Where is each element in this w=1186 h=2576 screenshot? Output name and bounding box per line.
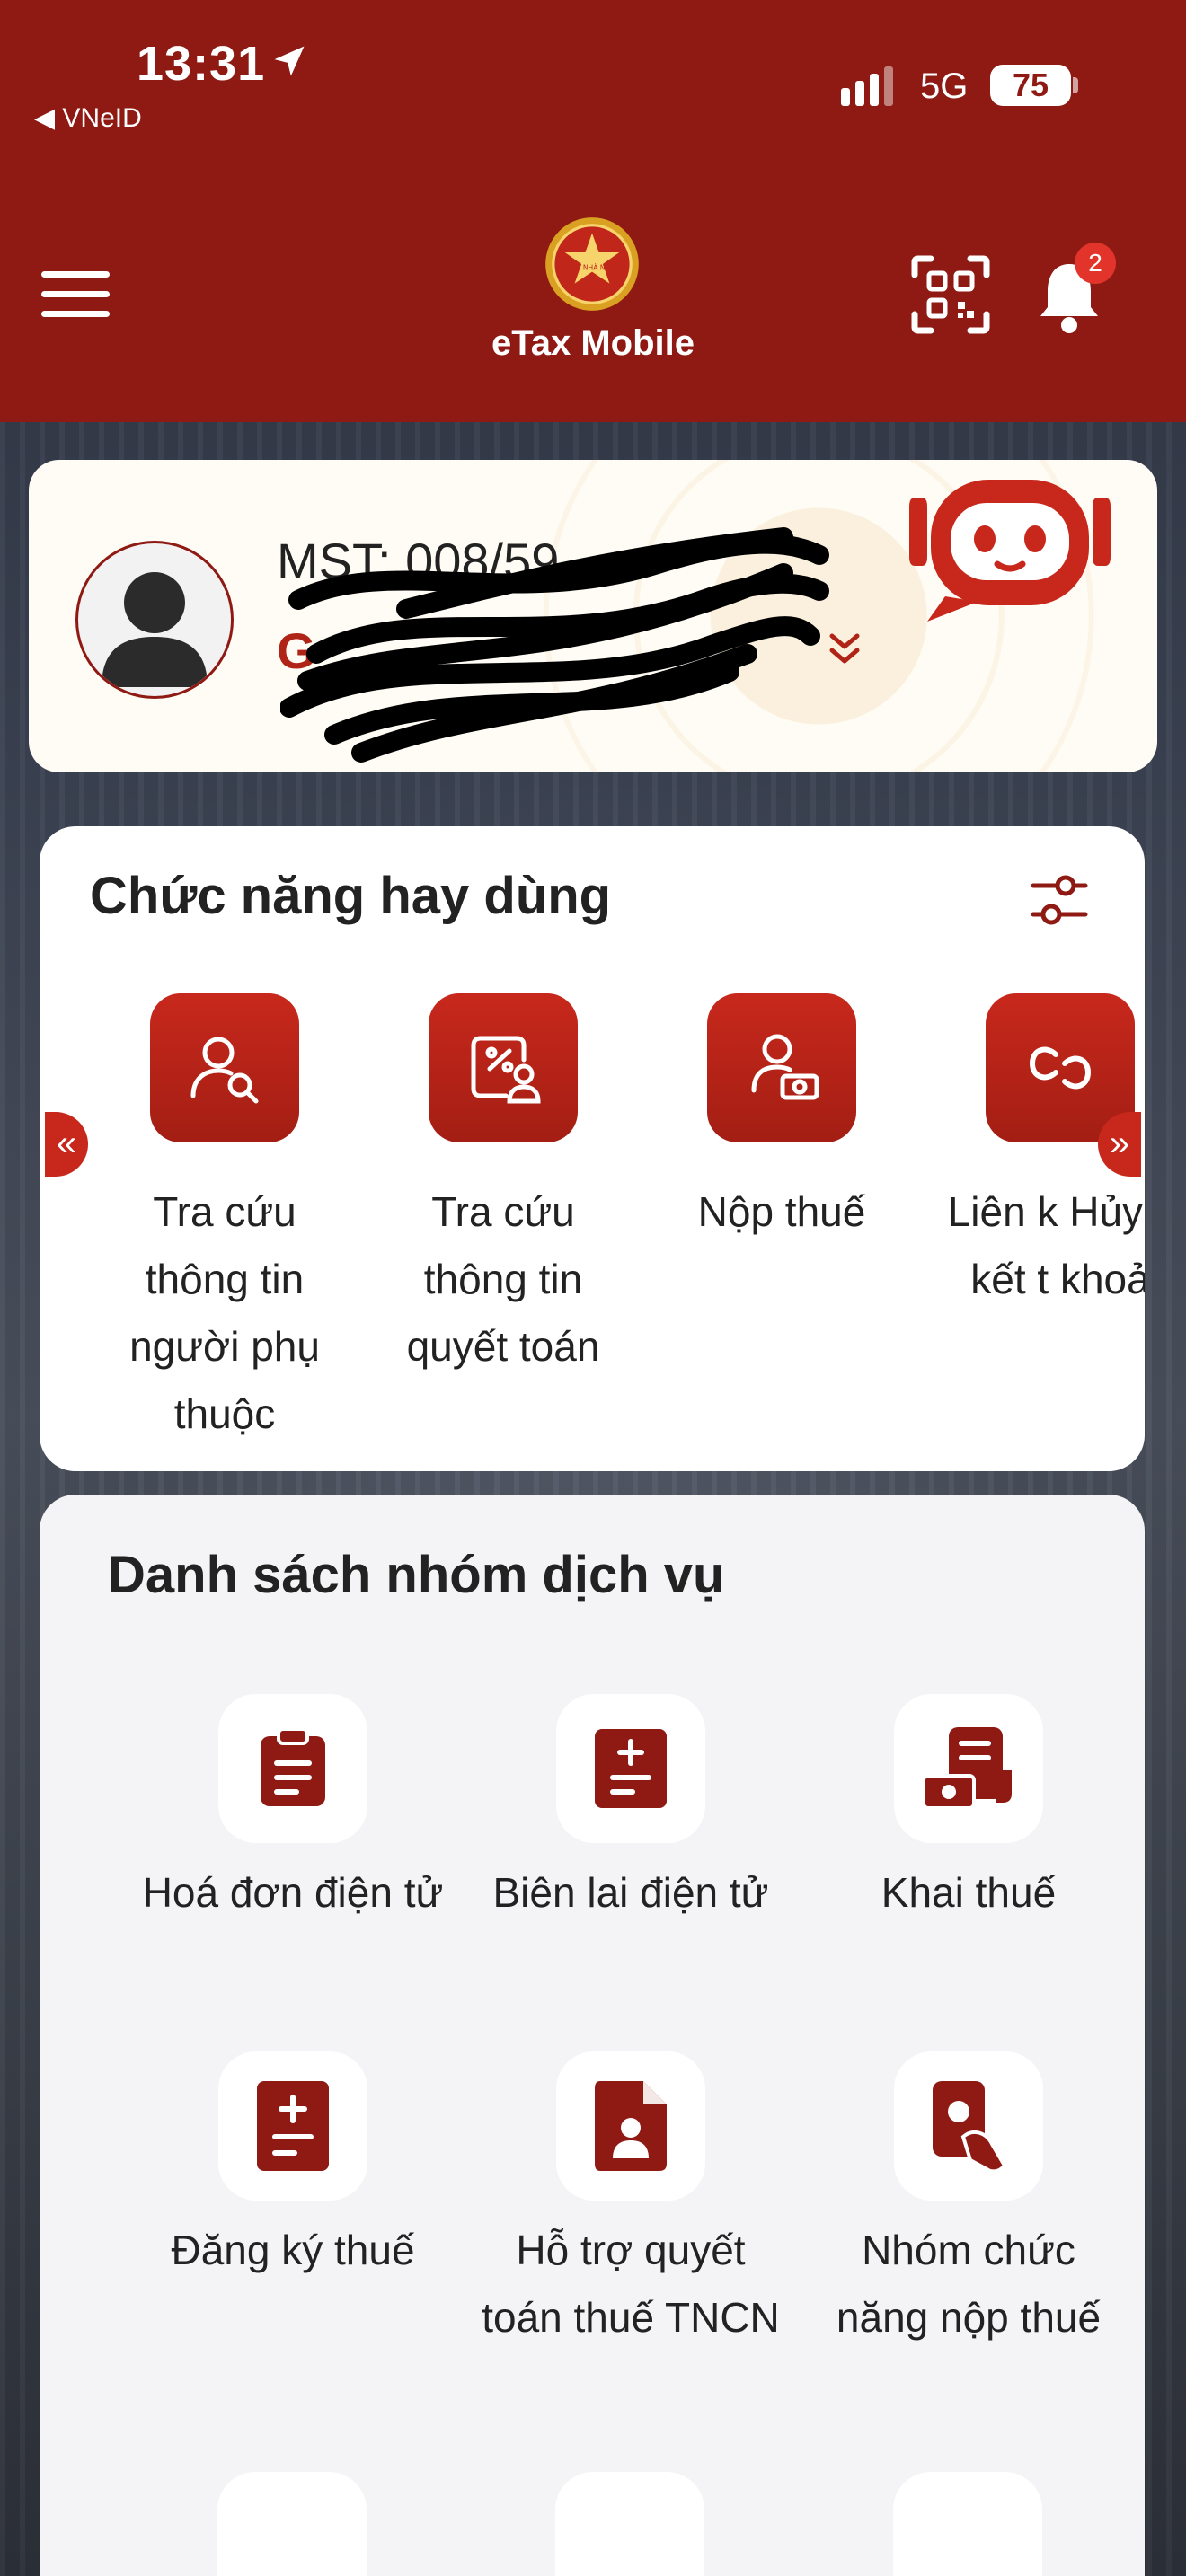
tax-register-icon: [218, 2051, 367, 2201]
service-groups-card: Danh sách nhóm dịch vụ Hoá đơn điện tử B…: [40, 1495, 1145, 2576]
tax-declaration-icon: [894, 1694, 1043, 1843]
avatar: [75, 541, 234, 699]
receipt-plus-minus-icon: [556, 1694, 705, 1843]
battery-indicator: 75: [990, 65, 1071, 106]
network-type: 5G: [920, 66, 969, 106]
personal-doc-icon: [556, 2051, 705, 2201]
service-item-tax-payment-group[interactable]: Nhóm chức năng nộp thuế: [816, 2051, 1121, 2351]
favorite-label: Nộp thuế: [697, 1188, 866, 1235]
clipboard-invoice-icon: [218, 1694, 367, 1843]
back-to-app-link[interactable]: ◀ VNeID: [34, 102, 142, 134]
service-label: Biên lai điện tử: [492, 1869, 769, 1916]
service-item-e-invoice[interactable]: Hoá đơn điện tử: [140, 1694, 446, 1927]
service-item-pit-settlement[interactable]: Hỗ trợ quyết toán thuế TNCN: [478, 2051, 783, 2351]
favorite-item-pay-tax[interactable]: Nộp thuế: [665, 993, 898, 1246]
service-item-peek[interactable]: [893, 2472, 1042, 2576]
notification-badge: 2: [1075, 243, 1116, 284]
tax-emblem-logo: THUẾ NHÀ NƯỚC: [545, 217, 639, 311]
app-title: eTax Mobile: [491, 323, 695, 363]
service-label: Nhóm chức năng nộp thuế: [836, 2227, 1102, 2341]
logo-text: THUẾ NHÀ NƯỚC: [562, 262, 622, 271]
hamburger-menu-icon[interactable]: [41, 271, 110, 318]
service-item-e-receipt[interactable]: Biên lai điện tử: [478, 1694, 783, 1927]
person-search-icon: [150, 993, 299, 1142]
battery-tip: [1073, 77, 1078, 93]
location-arrow-icon: [274, 46, 305, 76]
user-silhouette-icon: [102, 572, 208, 687]
chatbot-robot-icon[interactable]: [891, 471, 1128, 623]
favorite-label: Tra cứu thông tin người phụ thuộc: [129, 1188, 320, 1437]
redaction-scribble: [280, 527, 829, 763]
service-item-peek[interactable]: [217, 2472, 367, 2576]
taxpayer-profile-card[interactable]: MST: 008/59 G: [29, 460, 1157, 772]
favorite-label: Tra cứu thông tin quyết toán: [406, 1188, 600, 1370]
favorite-label: Liên k Hủy li kết t khoả: [947, 1188, 1145, 1302]
cellular-signal-icon: [841, 66, 893, 106]
favorites-card: Chức năng hay dùng Tra cứu thông tin ngư…: [40, 826, 1145, 1471]
status-time: 13:31: [137, 37, 266, 91]
app-header: 13:31 ◀ VNeID 5G 75 THUẾ NHÀ NƯỚC eTax M…: [0, 0, 1186, 422]
favorites-title: Chức năng hay dùng: [90, 867, 612, 925]
tax-payment-group-icon: [894, 2051, 1043, 2201]
service-label: Hoá đơn điện tử: [142, 1869, 444, 1916]
service-label: Khai thuế: [881, 1869, 1057, 1916]
settings-sliders-icon[interactable]: [1030, 873, 1089, 929]
favorite-item-dependent-lookup[interactable]: Tra cứu thông tin người phụ thuộc: [108, 993, 341, 1448]
service-item-tax-registration[interactable]: Đăng ký thuế: [140, 2051, 446, 2284]
favorite-item-settlement-lookup[interactable]: Tra cứu thông tin quyết toán: [386, 993, 620, 1381]
service-groups-title: Danh sách nhóm dịch vụ: [108, 1546, 725, 1604]
pay-tax-icon: [707, 993, 856, 1142]
service-label: Đăng ký thuế: [171, 2227, 415, 2273]
service-label: Hỗ trợ quyết toán thuế TNCN: [482, 2227, 780, 2341]
tax-settlement-icon: [429, 993, 578, 1142]
service-item-tax-declaration[interactable]: Khai thuế: [816, 1694, 1121, 1927]
service-item-peek[interactable]: [555, 2472, 704, 2576]
qr-scan-icon[interactable]: [911, 255, 990, 334]
